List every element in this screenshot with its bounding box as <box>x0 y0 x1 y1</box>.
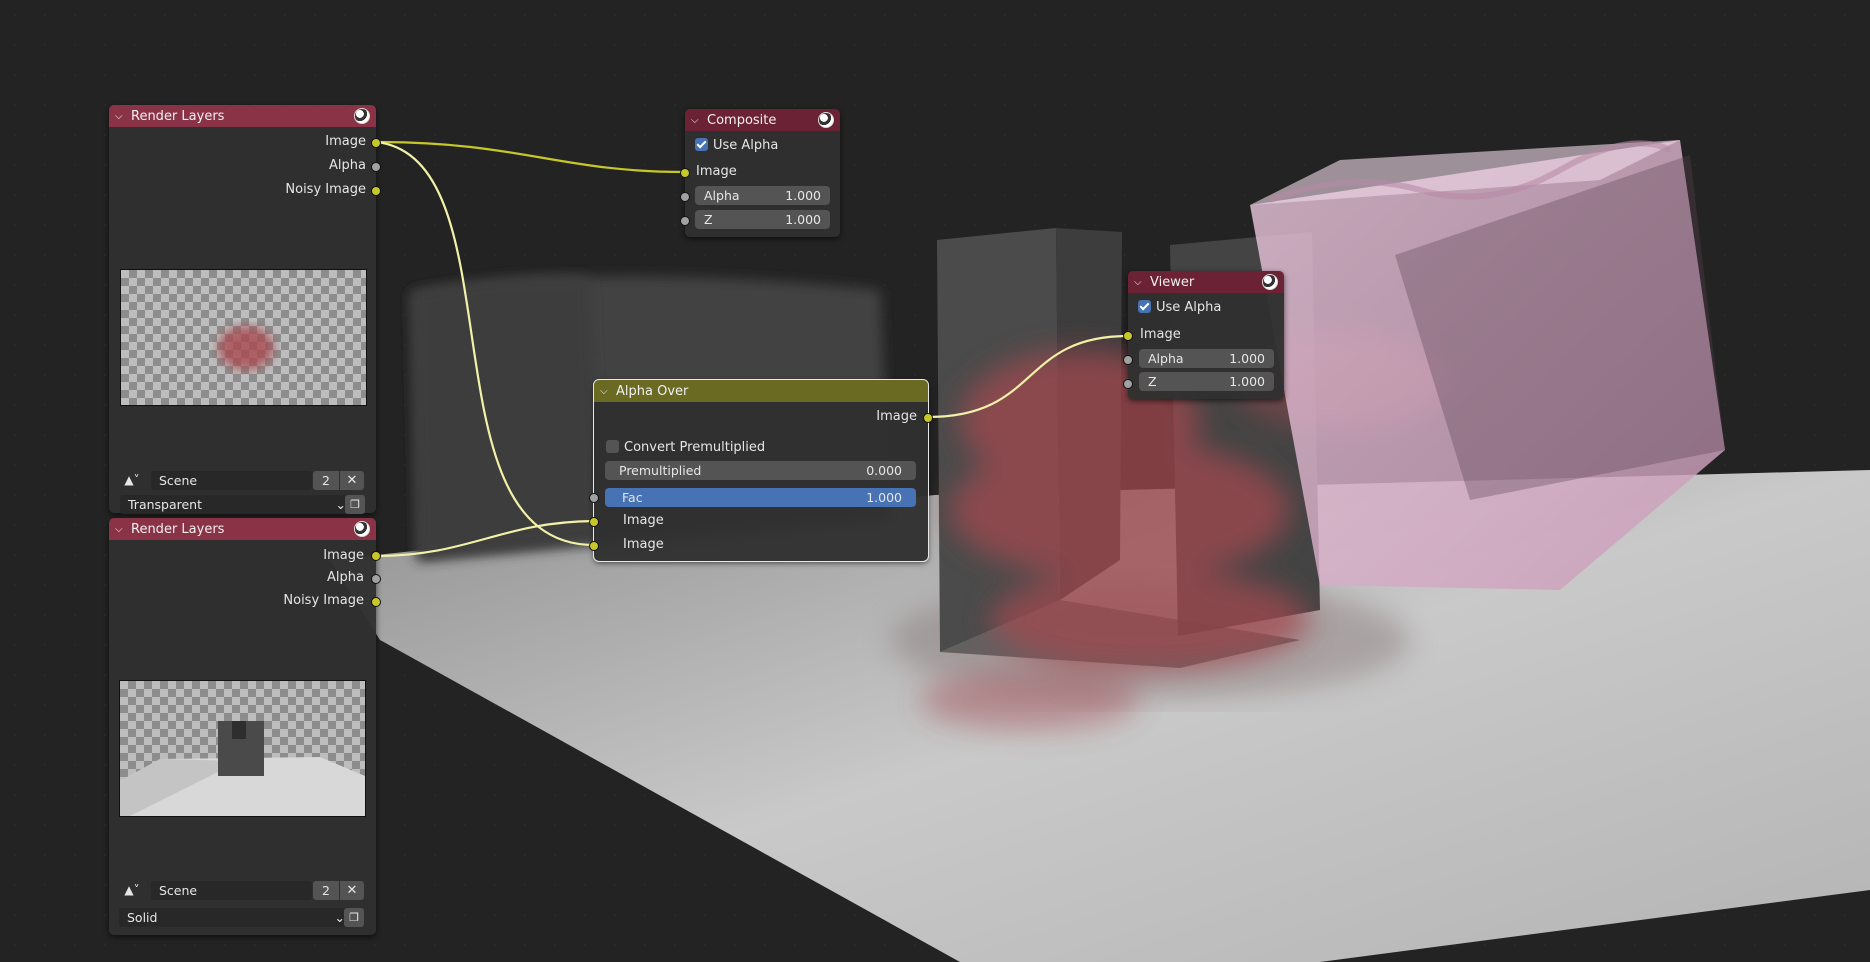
render-layer-icon[interactable]: ❐ <box>344 908 364 927</box>
node-header[interactable]: ⌵ Viewer <box>1128 271 1284 293</box>
unlink-scene-button[interactable]: ✕ <box>340 881 364 900</box>
scene-users-count[interactable]: 2 <box>313 471 339 490</box>
input-image-label: Image <box>1140 327 1181 342</box>
render-preview <box>120 269 367 406</box>
input-image-socket[interactable] <box>1123 331 1133 341</box>
fac-slider[interactable]: Fac 1.000 <box>605 488 916 507</box>
premultiplied-field[interactable]: Premultiplied 0.000 <box>605 461 916 480</box>
z-value: 1.000 <box>1229 374 1265 389</box>
alpha-over-node[interactable]: ⌵ Alpha Over Image Convert Premultiplied… <box>589 379 933 562</box>
output-image-socket[interactable] <box>371 551 381 561</box>
scene-name-field[interactable]: Scene <box>151 471 312 490</box>
input-image-label: Image <box>696 164 737 179</box>
unlink-scene-button[interactable]: ✕ <box>340 471 364 490</box>
scene-users-count[interactable]: 2 <box>313 881 339 900</box>
alpha-value: 1.000 <box>1229 351 1265 366</box>
output-image-socket[interactable] <box>371 138 381 148</box>
node-header[interactable]: ⌵ Render Layers <box>109 518 376 540</box>
scene-selector-icon[interactable]: ▲˅ <box>121 471 143 490</box>
node-title: Alpha Over <box>616 383 689 399</box>
node-title: Viewer <box>1150 274 1195 290</box>
alpha-label: Alpha <box>704 188 740 203</box>
convert-premultiplied-checkbox[interactable]: Convert Premultiplied <box>606 438 765 458</box>
convert-premultiplied-label: Convert Premultiplied <box>624 440 766 455</box>
view-layer-dropdown[interactable]: Transparent ⌄ <box>120 495 354 514</box>
view-layer-value: Solid <box>127 910 158 925</box>
viewer-node[interactable]: ⌵ Viewer Use Alpha Image Alpha 1.000 Z 1… <box>1123 271 1284 399</box>
z-value: 1.000 <box>785 212 821 227</box>
collapse-chevron-icon[interactable]: ⌵ <box>691 115 701 126</box>
scene-selector-icon[interactable]: ▲˅ <box>121 881 143 900</box>
collapse-chevron-icon[interactable]: ⌵ <box>115 524 125 535</box>
checkbox-unchecked-icon[interactable] <box>606 440 619 453</box>
fac-value: 1.000 <box>866 490 902 505</box>
output-image-label: Image <box>325 134 366 149</box>
composite-node[interactable]: ⌵ Composite Use Alpha Image Alpha 1.000 … <box>680 109 840 237</box>
input-z-socket[interactable] <box>1123 379 1133 389</box>
output-noisy-image-label: Noisy Image <box>285 182 366 197</box>
view-layer-dropdown[interactable]: Solid ⌄ <box>119 908 353 927</box>
output-image-socket[interactable] <box>923 413 933 423</box>
z-label: Z <box>1148 374 1157 389</box>
input-fac-socket[interactable] <box>589 493 599 503</box>
render-layers-node-1[interactable]: ⌵ Render Layers Image Alpha Noisy Image … <box>109 105 381 514</box>
render-layer-icon[interactable]: ❐ <box>345 495 365 514</box>
render-preview <box>119 680 366 817</box>
input-image-socket[interactable] <box>680 168 690 178</box>
output-alpha-socket[interactable] <box>371 574 381 584</box>
render-preview-icon[interactable] <box>354 108 370 124</box>
output-alpha-label: Alpha <box>329 158 366 173</box>
collapse-chevron-icon[interactable]: ⌵ <box>600 386 610 397</box>
use-alpha-label: Use Alpha <box>1156 300 1222 315</box>
output-image-label: Image <box>323 548 364 563</box>
alpha-value: 1.000 <box>785 188 821 203</box>
input-image-1-socket[interactable] <box>589 517 599 527</box>
render-preview-icon[interactable] <box>354 521 370 537</box>
view-layer-value: Transparent <box>128 497 203 512</box>
output-noisy-image-socket[interactable] <box>371 186 381 196</box>
input-image-2-label: Image <box>623 537 664 552</box>
output-image-label: Image <box>876 409 917 424</box>
scene-name-field[interactable]: Scene <box>151 881 312 900</box>
checkbox-checked-icon[interactable] <box>695 138 708 151</box>
input-image-2-socket[interactable] <box>589 541 599 551</box>
collapse-chevron-icon[interactable]: ⌵ <box>115 111 125 122</box>
output-noisy-image-label: Noisy Image <box>283 593 364 608</box>
node-header[interactable]: ⌵ Render Layers <box>109 105 376 127</box>
output-noisy-image-socket[interactable] <box>371 597 381 607</box>
output-alpha-socket[interactable] <box>371 162 381 172</box>
scene-preview-image <box>120 721 365 816</box>
z-field[interactable]: Z 1.000 <box>1139 372 1274 391</box>
node-title: Render Layers <box>131 108 225 124</box>
node-title: Composite <box>707 112 777 128</box>
fac-label: Fac <box>622 490 643 505</box>
output-alpha-label: Alpha <box>327 570 364 585</box>
input-z-socket[interactable] <box>680 216 690 226</box>
z-label: Z <box>704 212 713 227</box>
premultiplied-label: Premultiplied <box>619 463 702 478</box>
input-image-1-label: Image <box>623 513 664 528</box>
input-alpha-socket[interactable] <box>1123 355 1133 365</box>
alpha-field[interactable]: Alpha 1.000 <box>695 186 830 205</box>
render-layers-node-2[interactable]: ⌵ Render Layers Image Alpha Noisy Image … <box>109 518 381 935</box>
premultiplied-value: 0.000 <box>866 463 902 478</box>
render-preview-icon[interactable] <box>818 112 834 128</box>
use-alpha-checkbox[interactable]: Use Alpha <box>1138 298 1221 318</box>
z-field[interactable]: Z 1.000 <box>695 210 830 229</box>
render-preview-icon[interactable] <box>1262 274 1278 290</box>
node-header[interactable]: ⌵ Alpha Over <box>594 380 928 402</box>
use-alpha-checkbox[interactable]: Use Alpha <box>695 136 778 156</box>
node-header[interactable]: ⌵ Composite <box>685 109 840 131</box>
node-title: Render Layers <box>131 521 225 537</box>
alpha-field[interactable]: Alpha 1.000 <box>1139 349 1274 368</box>
use-alpha-label: Use Alpha <box>713 138 779 153</box>
collapse-chevron-icon[interactable]: ⌵ <box>1134 277 1144 288</box>
input-alpha-socket[interactable] <box>680 192 690 202</box>
checkbox-checked-icon[interactable] <box>1138 300 1151 313</box>
alpha-label: Alpha <box>1148 351 1184 366</box>
smoke-preview-image <box>218 326 274 370</box>
